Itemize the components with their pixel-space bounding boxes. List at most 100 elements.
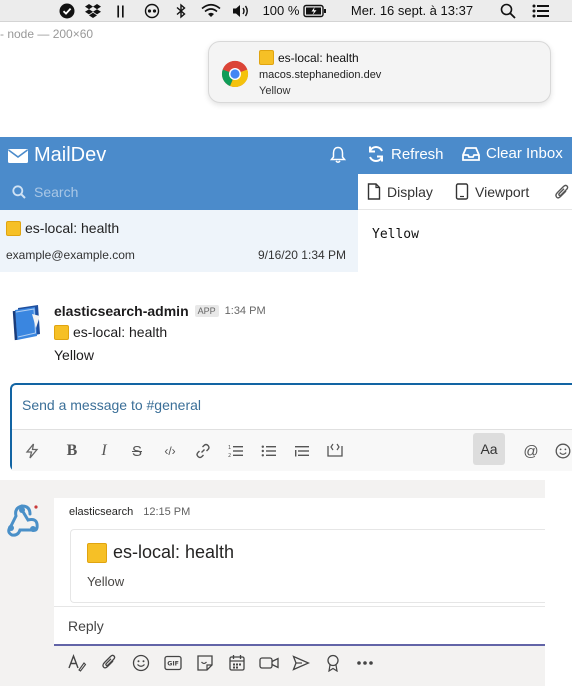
- attachment-icon[interactable]: [554, 183, 570, 201]
- teams-adaptive-card: es-local: health Yellow: [70, 529, 545, 603]
- search-icon: [12, 185, 26, 199]
- inbox-icon: [462, 146, 480, 161]
- blockquote-icon[interactable]: [290, 439, 314, 463]
- bullet-list-icon[interactable]: [257, 439, 281, 463]
- display-label: Display: [387, 183, 433, 200]
- battery-icon[interactable]: [302, 2, 328, 20]
- notification-title-text: es-local: health: [278, 50, 359, 65]
- display-button[interactable]: Display: [367, 183, 433, 200]
- viewport-label: Viewport: [475, 183, 530, 200]
- mention-icon[interactable]: @: [519, 439, 543, 463]
- tablet-icon: [455, 183, 469, 200]
- slack-message-line2: Yellow: [54, 347, 94, 363]
- clear-inbox-label: Clear Inbox: [486, 145, 563, 162]
- italic-icon[interactable]: I: [92, 439, 116, 463]
- notification-body: Yellow: [259, 85, 291, 97]
- email-subject-text: es-local: health: [25, 220, 120, 236]
- yellow-square-icon: [6, 220, 21, 236]
- spotlight-search-icon[interactable]: [498, 2, 518, 20]
- svg-text:2: 2: [228, 453, 231, 458]
- slack-channel: elasticsearch-admin APP 1:34 PM es-local…: [0, 290, 572, 471]
- maildev-header: MailDev Refresh Clear Inbox: [0, 137, 572, 174]
- attach-icon[interactable]: [98, 652, 120, 674]
- meet-now-icon[interactable]: [258, 652, 280, 674]
- dropbox-icon[interactable]: [83, 2, 103, 20]
- send-icon[interactable]: [290, 652, 312, 674]
- wifi-icon[interactable]: [200, 2, 222, 20]
- emoji-icon[interactable]: [130, 652, 152, 674]
- clear-inbox-button[interactable]: Clear Inbox: [462, 145, 563, 162]
- refresh-button[interactable]: Refresh: [367, 145, 444, 163]
- email-date: 9/16/20 1:34 PM: [257, 248, 346, 262]
- sticker-icon[interactable]: [194, 652, 216, 674]
- teams-message-card: elasticsearch 12:15 PM es-local: health …: [54, 498, 545, 646]
- notification-title: es-local: health: [259, 50, 359, 65]
- notification-center-icon[interactable]: [530, 2, 552, 20]
- strikethrough-icon[interactable]: S: [125, 439, 149, 463]
- menubar-clock[interactable]: Mer. 16 sept. à 13:37: [341, 2, 483, 20]
- teams-card-body: Yellow: [87, 574, 125, 589]
- email-body-text: Yellow: [372, 227, 419, 242]
- slack-message-composer: B I S ‹/› 12 Aa @: [10, 383, 572, 471]
- teams-card-title: es-local: health: [87, 542, 234, 563]
- bell-icon[interactable]: [329, 146, 347, 169]
- envelope-icon: [8, 148, 28, 163]
- teams-message-header: elasticsearch 12:15 PM: [69, 506, 190, 518]
- slack-message-line1: es-local: health: [54, 324, 167, 340]
- menubar: || 100 % Mer. 16 sept. à 13:37: [0, 0, 572, 22]
- yellow-square-icon: [259, 50, 274, 65]
- bluetooth-icon[interactable]: [172, 2, 190, 20]
- email-list-item[interactable]: es-local: health example@example.com 9/1…: [0, 210, 358, 272]
- battery-percent: 100 %: [262, 3, 300, 18]
- schedule-meeting-icon[interactable]: [226, 652, 248, 674]
- pause-icon[interactable]: ||: [113, 2, 129, 20]
- teams-channel: elasticsearch 12:15 PM es-local: health …: [0, 480, 545, 686]
- volume-icon[interactable]: [230, 2, 252, 20]
- gif-icon[interactable]: GIF: [162, 652, 184, 674]
- formatting-toolbar: B I S ‹/› 12 Aa @: [12, 429, 572, 471]
- chrome-notification[interactable]: es-local: health macos.stephanedion.dev …: [208, 41, 551, 103]
- app-badge: APP: [194, 305, 219, 317]
- teams-reply-box: [54, 606, 545, 644]
- code-icon[interactable]: ‹/›: [158, 439, 182, 463]
- format-icon[interactable]: [66, 652, 88, 674]
- search-input[interactable]: [34, 184, 314, 200]
- teams-username[interactable]: elasticsearch: [69, 506, 133, 518]
- chrome-icon: [221, 60, 249, 88]
- maildev-logo[interactable]: MailDev: [8, 144, 106, 167]
- slack-timestamp[interactable]: 1:34 PM: [225, 305, 266, 317]
- ordered-list-icon[interactable]: 12: [224, 439, 248, 463]
- slack-message-line1-text: es-local: health: [73, 324, 168, 340]
- refresh-icon: [369, 146, 383, 162]
- bold-icon[interactable]: B: [60, 439, 84, 463]
- check-shield-icon[interactable]: [58, 2, 76, 20]
- maildev-app-name: MailDev: [34, 144, 107, 166]
- shortcuts-lightning-icon[interactable]: [20, 439, 44, 463]
- link-icon[interactable]: [191, 439, 215, 463]
- email-from: example@example.com: [6, 248, 135, 262]
- code-block-icon[interactable]: [323, 439, 347, 463]
- teams-card-title-text: es-local: health: [113, 542, 235, 562]
- activity-icon[interactable]: [143, 2, 161, 20]
- more-options-icon[interactable]: [354, 652, 376, 674]
- notification-subtitle: macos.stephanedion.dev: [259, 69, 382, 81]
- book-icon[interactable]: [10, 304, 44, 342]
- svg-text:GIF: GIF: [167, 661, 179, 668]
- node-dimension-label: - node — 200×60: [0, 27, 94, 41]
- webhook-logo-icon[interactable]: [2, 500, 42, 540]
- svg-text:1: 1: [228, 445, 231, 451]
- email-subject: es-local: health: [6, 220, 119, 236]
- slack-username[interactable]: elasticsearch-admin: [54, 303, 189, 319]
- praise-icon[interactable]: [322, 652, 344, 674]
- viewport-button[interactable]: Viewport: [455, 183, 529, 200]
- reply-input[interactable]: [68, 616, 528, 636]
- emoji-icon[interactable]: [551, 439, 572, 463]
- email-view-toolbar: Display Viewport: [358, 174, 572, 210]
- slack-message-header: elasticsearch-admin APP 1:34 PM: [54, 303, 266, 319]
- maildev-search-bar: [0, 174, 358, 210]
- teams-timestamp: 12:15 PM: [143, 506, 191, 518]
- yellow-square-icon: [87, 542, 107, 563]
- formatting-toggle-button[interactable]: Aa: [473, 433, 505, 465]
- message-input[interactable]: [22, 394, 562, 416]
- document-icon: [367, 183, 381, 200]
